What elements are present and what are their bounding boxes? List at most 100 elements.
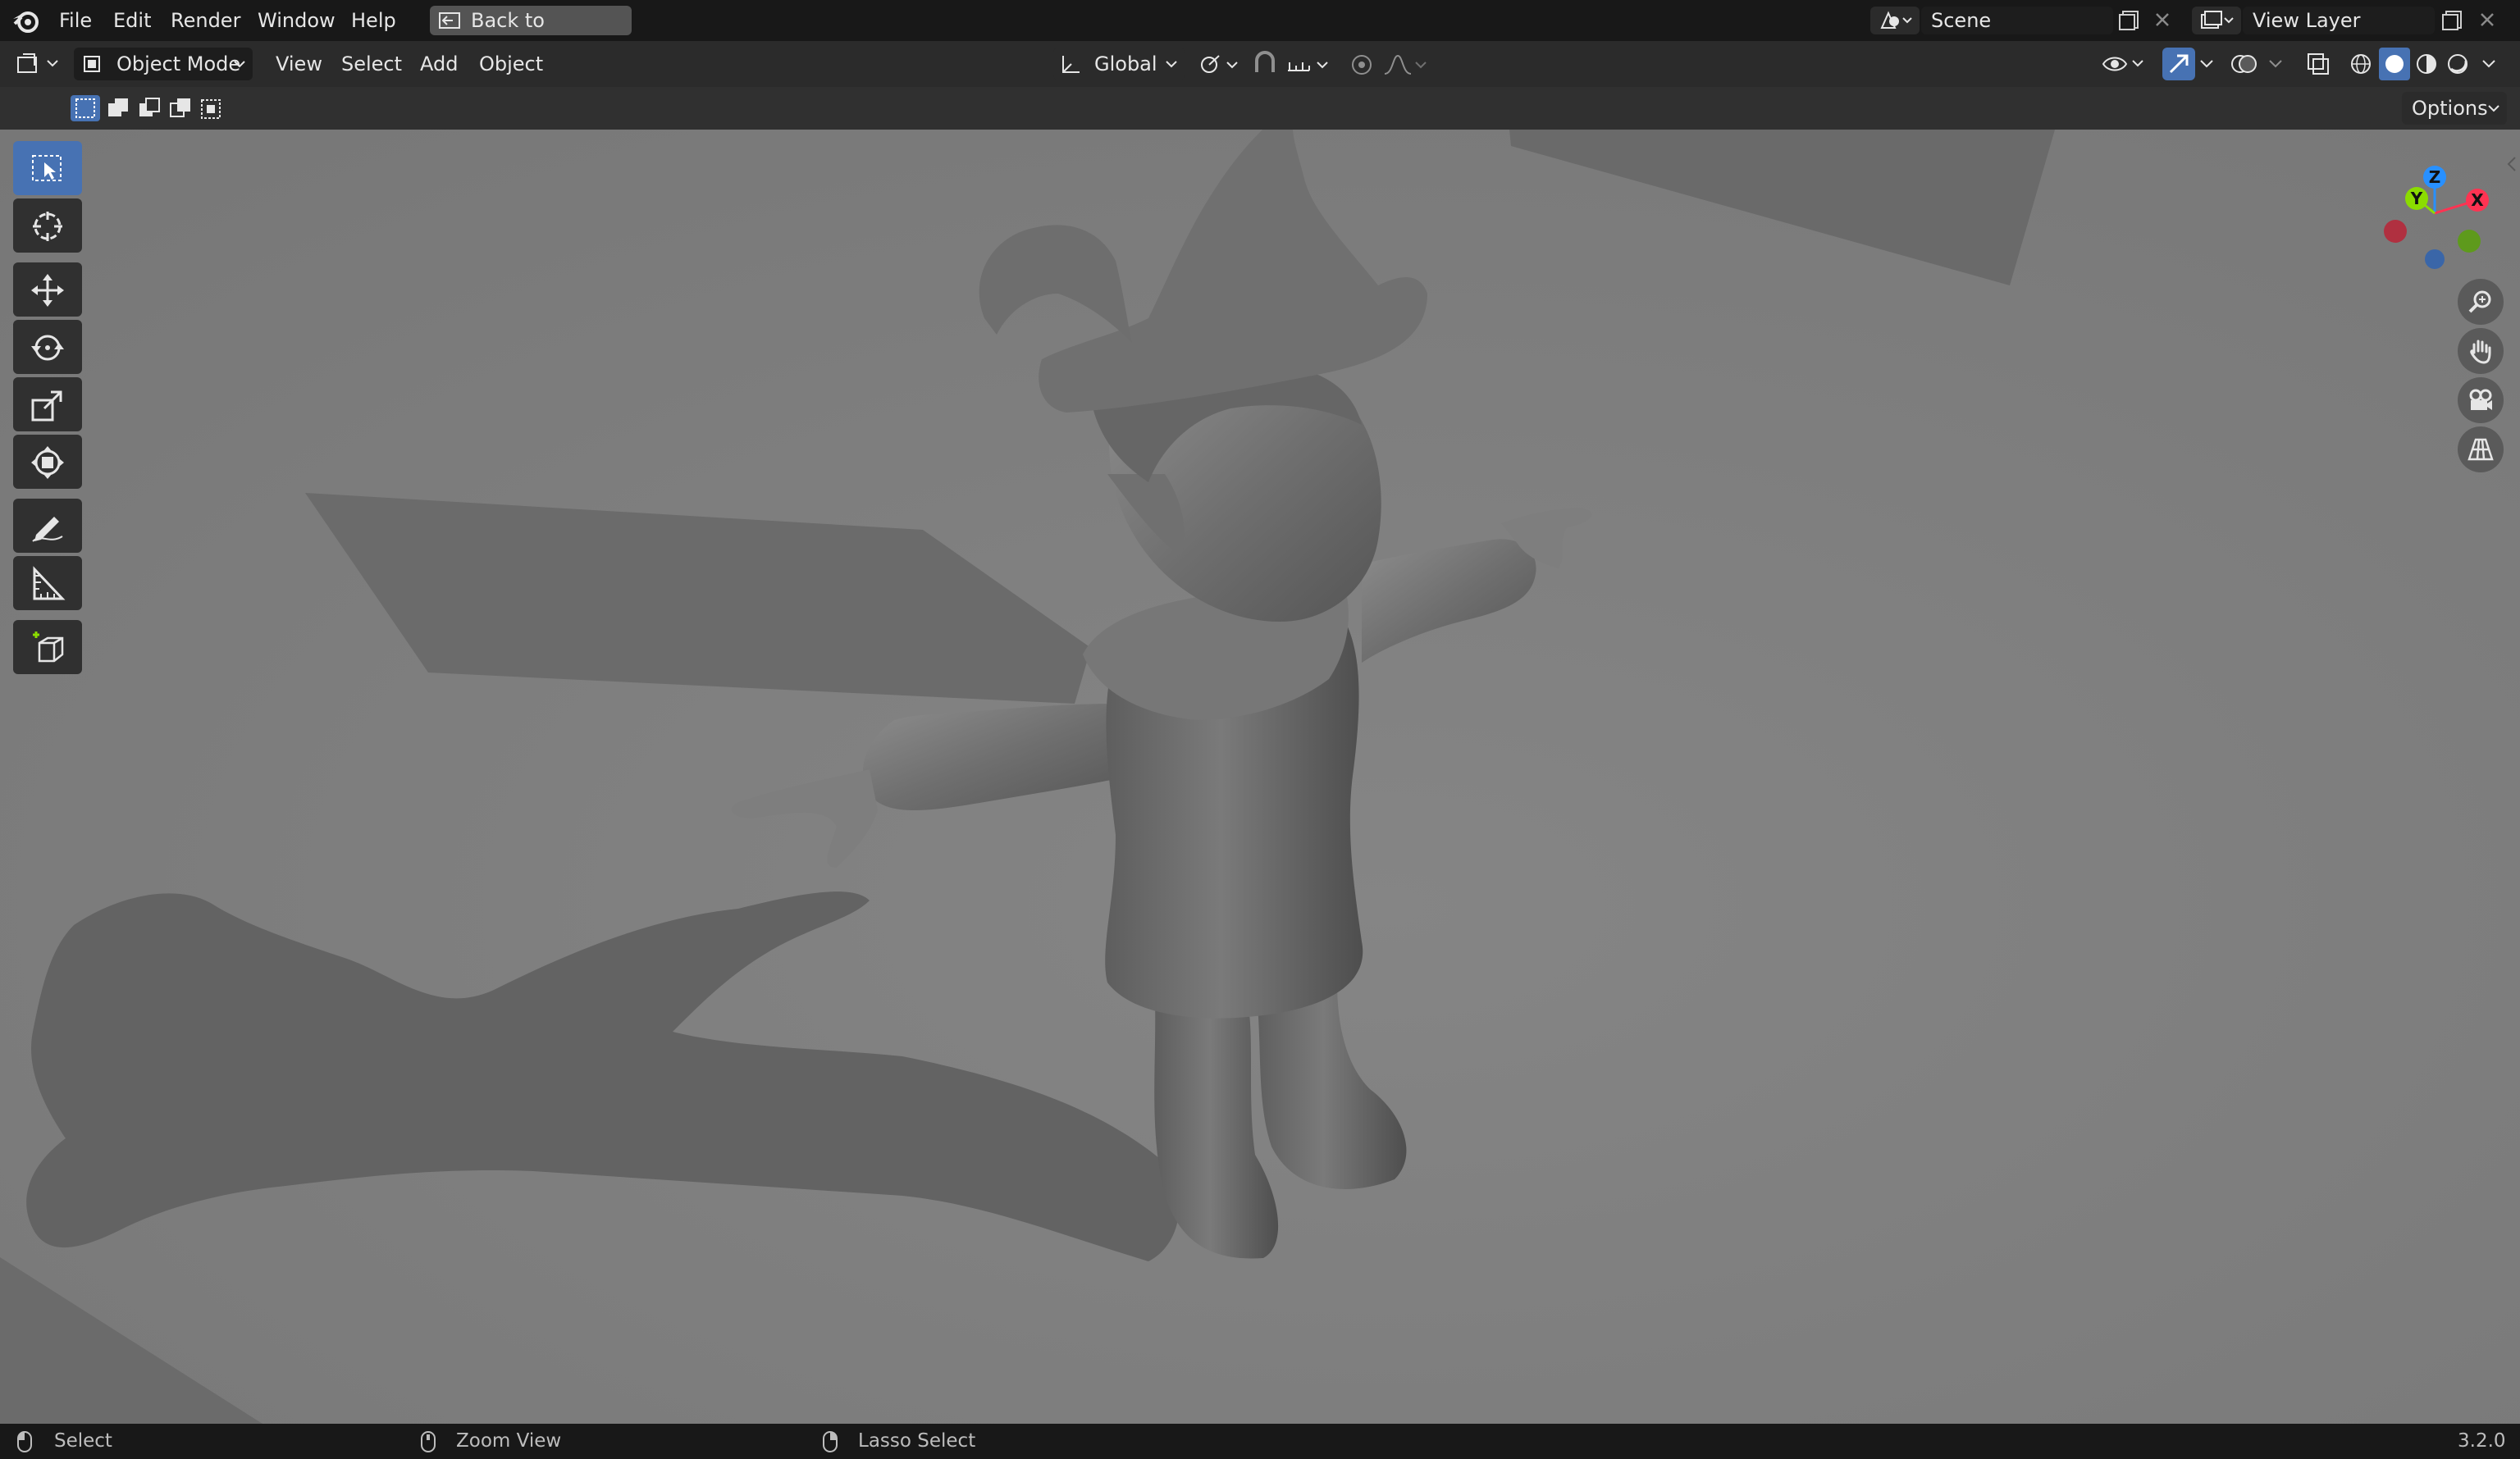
wireframe-shading-icon[interactable] xyxy=(2348,51,2374,77)
new-scene-icon[interactable] xyxy=(2118,10,2141,31)
header-menu-view[interactable]: View xyxy=(276,41,322,87)
hand-icon xyxy=(2468,338,2494,364)
object-mode-icon xyxy=(82,54,102,74)
overlays-options-chevron-icon[interactable] xyxy=(2267,56,2284,72)
options-label: Options xyxy=(2412,97,2488,120)
select-intersect-icon[interactable] xyxy=(197,95,226,121)
delete-view-layer-icon[interactable] xyxy=(2477,10,2497,30)
viewport-header: Object Mode View Select Add Object Globa… xyxy=(0,41,2520,87)
zoom-button[interactable] xyxy=(2458,279,2504,325)
tool-settings-bar: Options xyxy=(0,87,2520,130)
select-box-icon xyxy=(30,153,66,185)
menu-help[interactable]: Help xyxy=(351,0,396,41)
orientation-label: Global xyxy=(1094,52,1157,75)
header-menu-select[interactable]: Select xyxy=(341,41,402,87)
camera-icon xyxy=(2468,387,2494,413)
editor-type-dropdown[interactable] xyxy=(15,51,64,77)
rotate-icon xyxy=(30,330,66,366)
move-tool[interactable] xyxy=(13,262,82,317)
selection-mode-group xyxy=(71,95,231,121)
snap-toggle-icon[interactable] xyxy=(1250,51,1280,77)
perspective-toggle-button[interactable] xyxy=(2458,426,2504,472)
header-menu-add[interactable]: Add xyxy=(420,41,458,87)
cursor-tool[interactable] xyxy=(13,198,82,253)
gizmo-y-label: Y xyxy=(2410,189,2423,208)
menu-file[interactable]: File xyxy=(59,0,92,41)
add-cube-icon xyxy=(30,630,66,666)
gizmo-arrow-icon xyxy=(2167,52,2190,75)
overlays-toggle-icon[interactable] xyxy=(2230,51,2259,77)
viewport-scene xyxy=(0,130,2520,1424)
rendered-shading-icon[interactable] xyxy=(2445,51,2471,77)
add-cube-tool[interactable] xyxy=(13,620,82,674)
status-bar: Select Zoom View Lasso Select 3.2.0 xyxy=(0,1424,2520,1459)
proportional-falloff-dropdown[interactable] xyxy=(1381,52,1431,77)
sidebar-collapse-icon[interactable] xyxy=(2505,154,2518,174)
pan-button[interactable] xyxy=(2458,328,2504,374)
menu-window[interactable]: Window xyxy=(258,0,336,41)
scene-name-field[interactable]: Scene xyxy=(1921,7,2113,34)
mode-dropdown[interactable]: Object Mode xyxy=(74,48,253,80)
transform-orientation-dropdown[interactable]: Global xyxy=(1053,48,1185,80)
snap-increment-dropdown[interactable] xyxy=(1285,52,1334,77)
menu-edit[interactable]: Edit xyxy=(113,0,151,41)
material-shading-icon[interactable] xyxy=(2413,51,2440,77)
camera-view-button[interactable] xyxy=(2458,377,2504,423)
shading-mode-group xyxy=(2348,48,2479,80)
select-subtract-icon[interactable] xyxy=(135,95,164,121)
move-arrows-icon xyxy=(30,272,66,308)
view-layer-name-field[interactable]: View Layer xyxy=(2243,7,2435,34)
mode-label: Object Mode xyxy=(116,52,241,75)
gizmo-toggle-button[interactable] xyxy=(2162,48,2195,80)
scale-tool[interactable] xyxy=(13,377,82,431)
back-arrow-icon xyxy=(438,11,461,30)
status-zoom-hint: Zoom View xyxy=(456,1430,562,1452)
view-layer-type-dropdown[interactable] xyxy=(2192,7,2241,34)
select-new-icon[interactable] xyxy=(71,95,100,121)
measure-tool[interactable] xyxy=(13,556,82,610)
scene-type-dropdown[interactable] xyxy=(1870,7,1920,34)
zoom-icon xyxy=(2468,289,2494,315)
rotate-tool[interactable] xyxy=(13,320,82,374)
proportional-editing-icon[interactable] xyxy=(1349,52,1375,77)
new-view-layer-icon[interactable] xyxy=(2441,10,2464,31)
gizmo-z-label: Z xyxy=(2428,167,2441,187)
version-label: 3.2.0 xyxy=(2458,1430,2506,1452)
top-menu-bar: File Edit Render Window Help Back to Pre… xyxy=(0,0,2520,62)
pencil-icon xyxy=(30,508,66,545)
select-extend-icon[interactable] xyxy=(103,95,133,121)
gizmo-options-chevron-icon[interactable] xyxy=(2198,56,2215,72)
chevron-down-icon xyxy=(1165,57,1178,71)
3d-viewport[interactable]: Z X Y xyxy=(0,130,2520,1424)
options-dropdown[interactable]: Options xyxy=(2402,92,2507,125)
left-mouse-icon xyxy=(16,1430,33,1453)
shading-options-chevron-icon[interactable] xyxy=(2481,56,2497,72)
menu-render[interactable]: Render xyxy=(171,0,240,41)
select-box-tool[interactable] xyxy=(13,141,82,195)
header-menu-object[interactable]: Object xyxy=(479,41,543,87)
right-mouse-icon xyxy=(822,1430,838,1453)
status-lasso-hint: Lasso Select xyxy=(858,1430,976,1452)
view-layer-name: View Layer xyxy=(2253,9,2361,32)
middle-mouse-icon xyxy=(420,1430,436,1453)
pivot-point-dropdown[interactable] xyxy=(1196,52,1242,77)
view-layer-icon xyxy=(2198,10,2235,31)
xray-toggle-icon[interactable] xyxy=(2305,51,2331,77)
blender-logo-icon[interactable] xyxy=(11,7,39,34)
navigation-gizmo[interactable]: Z X Y xyxy=(2376,154,2507,269)
ruler-icon xyxy=(30,566,66,602)
back-to-previous-button[interactable]: Back to Previous xyxy=(430,6,632,62)
cursor-icon xyxy=(30,208,66,244)
gizmo-x-label: X xyxy=(2471,190,2484,210)
annotate-tool[interactable] xyxy=(13,499,82,553)
solid-shading-icon[interactable] xyxy=(2379,48,2410,80)
select-invert-icon[interactable] xyxy=(166,95,195,121)
orientation-axes-icon xyxy=(1058,54,1081,75)
status-select-hint: Select xyxy=(54,1430,112,1452)
transform-tool[interactable] xyxy=(13,435,82,489)
grid-icon xyxy=(2468,436,2494,463)
transform-icon xyxy=(30,445,66,481)
delete-scene-icon[interactable] xyxy=(2152,10,2172,30)
chevron-down-icon xyxy=(2487,102,2500,115)
object-visibility-dropdown[interactable] xyxy=(2100,51,2149,77)
